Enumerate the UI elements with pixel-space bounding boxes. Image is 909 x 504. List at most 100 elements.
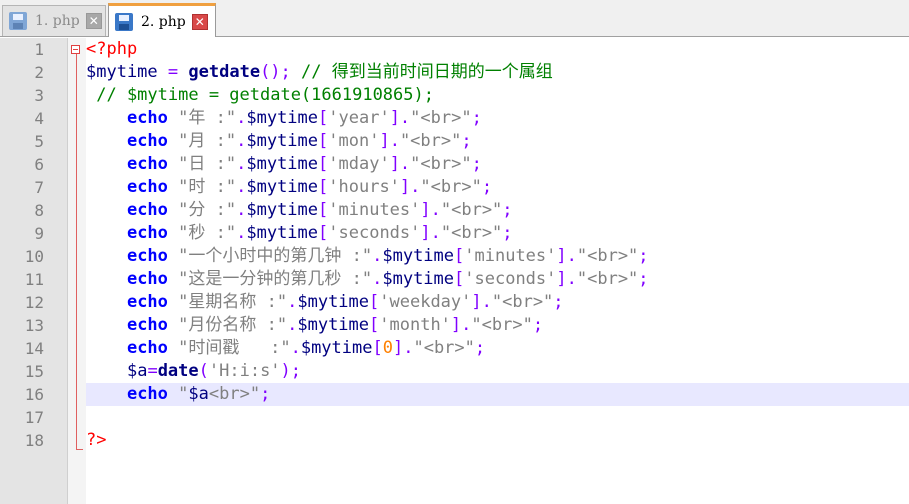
code-line[interactable]: <?php xyxy=(86,38,137,61)
code-token: 'H:i:s' xyxy=(208,361,281,381)
code-token: [ xyxy=(369,292,380,312)
code-token: echo xyxy=(126,292,168,312)
line-number[interactable]: 2 xyxy=(0,61,44,84)
code-line[interactable]: // $mytime = getdate(1661910865); xyxy=(86,84,434,107)
code-line[interactable]: $a=date('H:i:s'); xyxy=(86,360,301,383)
line-number[interactable]: 18 xyxy=(0,429,44,452)
code-token: date xyxy=(157,361,199,381)
line-number[interactable]: 13 xyxy=(0,314,44,337)
code-token: [ xyxy=(372,338,383,358)
code-line[interactable]: echo "月 :".$mytime['mon']."<br>"; xyxy=(86,130,472,153)
code-token: 'year' xyxy=(328,108,390,128)
fold-line xyxy=(76,54,77,449)
code-line[interactable]: echo "时间戳 :".$mytime[0]."<br>"; xyxy=(86,337,485,360)
code-line[interactable]: echo "月份名称 :".$mytime['month']."<br>"; xyxy=(86,314,543,337)
save-icon xyxy=(115,12,133,31)
code-token: "<br>" xyxy=(440,223,503,243)
code-token: ; xyxy=(260,384,271,404)
fold-end-marker xyxy=(76,449,83,450)
code-token: $mytime xyxy=(300,338,373,358)
code-line[interactable]: echo "秒 :".$mytime['seconds']."<br>"; xyxy=(86,222,513,245)
code-line[interactable]: ?> xyxy=(86,429,106,452)
code-line[interactable]: $mytime = getdate(); // 得到当前时间日期的一个属组 xyxy=(86,61,553,84)
code-token: 'seconds' xyxy=(328,223,421,243)
code-token: 'mon' xyxy=(328,131,380,151)
code-token: . xyxy=(372,269,383,289)
code-token: "<br>" xyxy=(410,154,472,174)
code-line[interactable]: echo "日 :".$mytime['mday']."<br>"; xyxy=(86,153,482,176)
fold-collapse-icon[interactable] xyxy=(71,45,80,54)
code-token: ; xyxy=(502,200,513,220)
tab-1-php[interactable]: 1. php ✕ xyxy=(2,5,106,36)
code-token: "时间戳 :" xyxy=(178,338,291,358)
code-line[interactable]: echo "年 :".$mytime['year']."<br>"; xyxy=(86,107,482,130)
line-number[interactable]: 3 xyxy=(0,84,44,107)
code-line[interactable]: echo "这是一分钟的第几秒 :".$mytime['seconds']."<… xyxy=(86,268,649,291)
code-token: = xyxy=(167,62,179,82)
code-token: 'mday' xyxy=(328,154,390,174)
code-line[interactable]: echo "时 :".$mytime['hours']."<br>"; xyxy=(86,176,492,199)
line-number[interactable]: 10 xyxy=(0,245,44,268)
code-token: . xyxy=(287,315,298,335)
line-number[interactable]: 8 xyxy=(0,199,44,222)
code-token: ; xyxy=(471,154,482,174)
code-line[interactable]: echo "$a<br>"; xyxy=(86,383,270,406)
code-editor[interactable]: <?php $mytime = getdate(); // 得到当前时间日期的一个… xyxy=(86,38,909,504)
line-number[interactable]: 16 xyxy=(0,383,44,406)
code-token: $mytime xyxy=(297,315,370,335)
line-number[interactable]: 14 xyxy=(0,337,44,360)
line-number[interactable]: 15 xyxy=(0,360,44,383)
line-number[interactable]: 5 xyxy=(0,130,44,153)
code-token: 'hours' xyxy=(328,177,400,197)
code-token: ]. xyxy=(420,223,441,243)
code-token: [ xyxy=(369,315,380,335)
code-token: . xyxy=(236,223,247,243)
code-token: ; xyxy=(502,223,513,243)
code-token: [ xyxy=(318,177,329,197)
line-number[interactable]: 17 xyxy=(0,406,44,429)
code-token: ; xyxy=(532,315,544,335)
code-token: "这是一分钟的第几秒 :" xyxy=(178,269,373,289)
code-token: ]. xyxy=(450,315,472,335)
close-icon[interactable]: ✕ xyxy=(85,13,102,29)
code-token: ]. xyxy=(392,338,414,358)
code-token: "<br>" xyxy=(399,131,462,151)
code-token: ; xyxy=(481,177,493,197)
code-token: 'seconds' xyxy=(464,269,557,289)
code-token: "<br>" xyxy=(440,200,503,220)
line-number[interactable]: 1 xyxy=(0,38,44,61)
code-token: 'weekday' xyxy=(379,292,472,312)
line-number[interactable]: 6 xyxy=(0,153,44,176)
code-line[interactable]: echo "一个小时中的第几钟 :".$mytime['minutes']."<… xyxy=(86,245,649,268)
line-number[interactable]: 4 xyxy=(0,107,44,130)
code-token: . xyxy=(236,131,247,151)
code-token: "月 :" xyxy=(178,131,237,151)
line-number[interactable]: 7 xyxy=(0,176,44,199)
code-line[interactable]: echo "星期名称 :".$mytime['weekday']."<br>"; xyxy=(86,291,564,314)
code-token: "日 :" xyxy=(178,154,237,174)
code-token: $mytime xyxy=(246,200,319,220)
code-token: ]. xyxy=(471,292,492,312)
tab-2-php[interactable]: 2. php ✕ xyxy=(108,3,216,37)
line-number[interactable]: 12 xyxy=(0,291,44,314)
code-token: "年 :" xyxy=(178,108,237,128)
code-token: ; xyxy=(638,269,649,289)
close-icon[interactable]: ✕ xyxy=(191,13,208,30)
code-token: "<br>" xyxy=(413,338,475,358)
code-token: echo xyxy=(126,154,168,174)
line-number[interactable]: 9 xyxy=(0,222,44,245)
code-token: echo xyxy=(126,200,168,220)
line-number[interactable]: 11 xyxy=(0,268,44,291)
code-token: [ xyxy=(454,269,465,289)
code-line[interactable]: echo "分 :".$mytime['minutes']."<br>"; xyxy=(86,199,513,222)
code-token: ; xyxy=(638,246,649,266)
